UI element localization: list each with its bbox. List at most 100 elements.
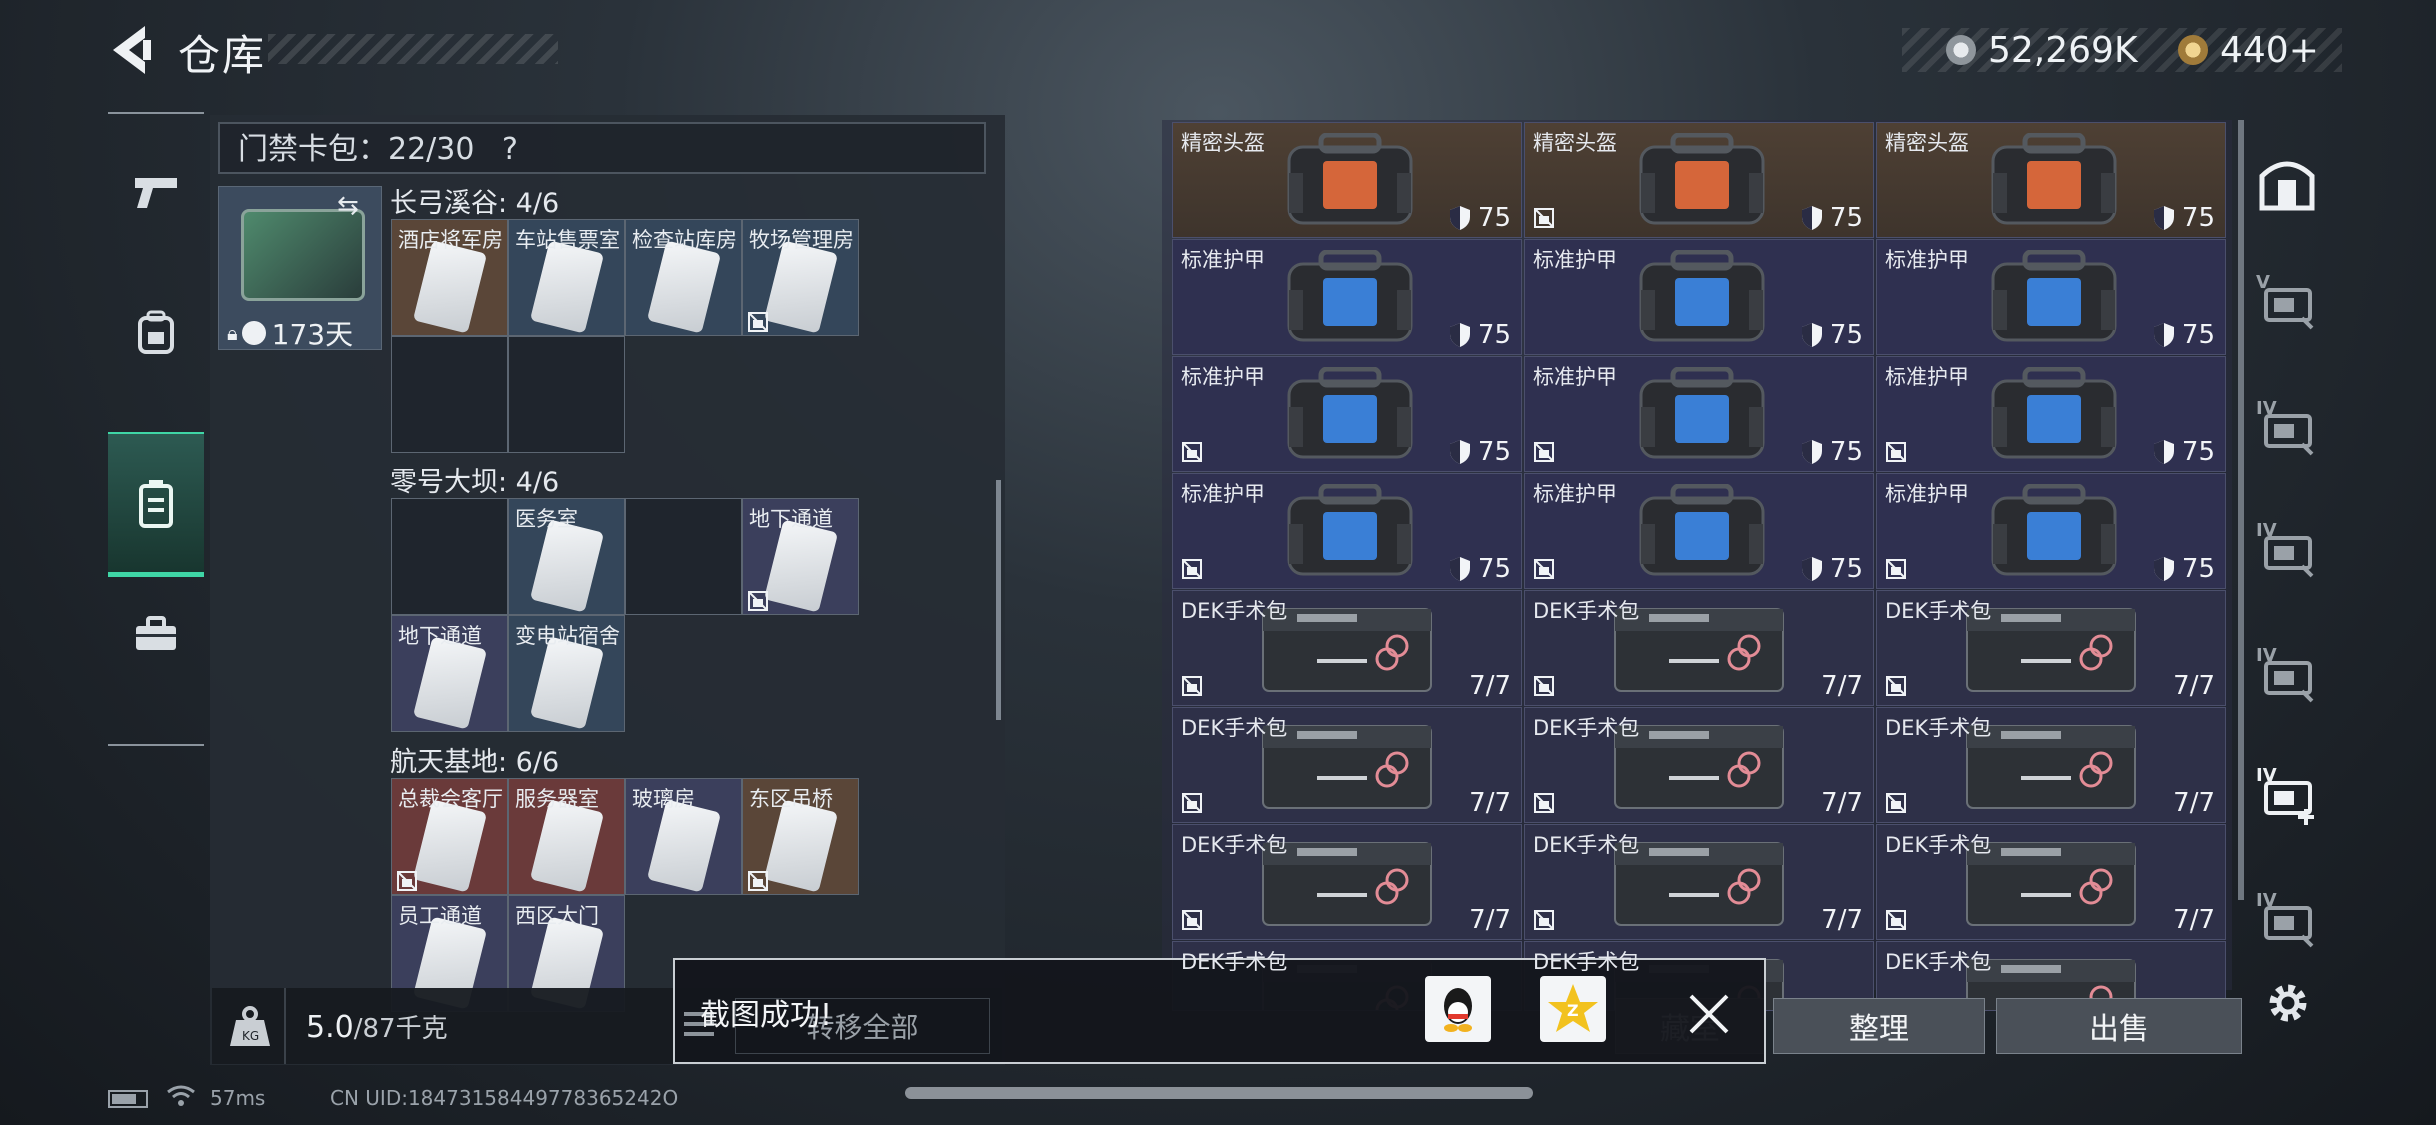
gold-currency[interactable]: 440+ <box>2178 28 2319 72</box>
item-name: DEK手术包 <box>1533 833 1640 857</box>
keycard-slot[interactable]: 车站售票室 <box>508 219 625 336</box>
keycard-slot[interactable]: 酒店将军房 <box>391 219 508 336</box>
item-value: 75 <box>1800 203 1863 233</box>
region-title: 长弓溪谷: 4/6 <box>390 188 560 219</box>
back-arrow-icon[interactable] <box>105 22 155 78</box>
inventory-scrollbar[interactable] <box>2238 120 2244 900</box>
card-holder-icon[interactable]: IV <box>2256 398 2318 460</box>
swap-icon[interactable]: ⇆ <box>337 191 359 221</box>
card-holder-icon[interactable]: IV <box>2256 890 2318 952</box>
item-name: DEK手术包 <box>1885 950 1992 974</box>
card-holder-icon[interactable]: V <box>2256 272 2318 334</box>
help-icon[interactable]: ? <box>502 132 518 167</box>
bound-lock-icon <box>1885 558 1907 580</box>
sell-button[interactable]: 出售 <box>1996 998 2242 1054</box>
inventory-item[interactable]: 精密头盔 75 <box>1876 122 2226 238</box>
item-name: DEK手术包 <box>1533 599 1640 623</box>
helmet-image <box>1287 133 1413 225</box>
qq-share-icon[interactable] <box>1425 976 1491 1042</box>
card-holder-icon[interactable]: IV <box>2256 645 2318 707</box>
inventory-item[interactable]: 标准护甲 75 <box>1524 356 1874 472</box>
item-name: DEK手术包 <box>1181 833 1288 857</box>
keycard-slot[interactable]: 检查站库房 <box>625 219 742 336</box>
inventory-item[interactable]: 精密头盔 75 <box>1524 122 1874 238</box>
nav-consumables[interactable] <box>108 564 204 704</box>
keycard-image <box>763 799 839 893</box>
keycard-slot-empty[interactable] <box>508 336 625 453</box>
inventory-item[interactable]: 标准护甲 75 <box>1172 239 1522 355</box>
inventory-item[interactable]: 精密头盔 75 <box>1172 122 1522 238</box>
nav-equipment[interactable] <box>108 262 204 402</box>
item-value-text: 75 <box>2181 203 2215 233</box>
keycard-slot[interactable] <box>625 498 742 615</box>
keycard-slot[interactable]: 地下通道 <box>391 615 508 732</box>
inventory-item[interactable]: 标准护甲 75 <box>1876 473 2226 589</box>
organize-button[interactable]: 整理 <box>1773 998 1985 1054</box>
inventory-item[interactable]: DEK手术包 7/7 <box>1172 590 1522 706</box>
nav-weapons[interactable] <box>108 122 204 262</box>
qzone-share-icon[interactable]: Z <box>1540 976 1606 1042</box>
inventory-item[interactable]: DEK手术包 7/7 <box>1172 824 1522 940</box>
durability-shield-icon <box>1800 439 1830 465</box>
durability-shield-icon <box>2152 205 2182 231</box>
inventory-item[interactable]: DEK手术包 7/7 <box>1172 707 1522 823</box>
keycard-case[interactable]: ⇆ 🔒︎ 173天 <box>218 186 382 351</box>
keycard-slot[interactable]: 玻璃房 <box>625 778 742 895</box>
keycard-slot[interactable]: 地下通道 <box>742 498 859 615</box>
helmet-image <box>1991 133 2117 225</box>
inventory-item[interactable]: DEK手术包 7/7 <box>1876 824 2226 940</box>
item-name: 标准护甲 <box>1181 365 1265 389</box>
inventory-item[interactable]: 标准护甲 75 <box>1876 356 2226 472</box>
item-value: 75 <box>1448 554 1511 584</box>
category-sidebar <box>108 112 204 746</box>
inventory-item[interactable]: DEK手术包 7/7 <box>1876 707 2226 823</box>
card-holder-icon[interactable]: IV <box>2256 520 2318 582</box>
briefcase-icon <box>136 616 176 650</box>
nav-keycards[interactable] <box>108 432 204 577</box>
item-value: 75 <box>1448 437 1511 467</box>
inventory-item[interactable]: DEK手术包 7/7 <box>1524 707 1874 823</box>
item-value-text: 75 <box>1829 554 1863 584</box>
keycard-slot[interactable]: 医务室 <box>508 498 625 615</box>
inventory-item[interactable]: 标准护甲 75 <box>1524 239 1874 355</box>
item-value: 75 <box>1800 554 1863 584</box>
keycard-label: 玻璃房 <box>632 787 695 811</box>
keycard-slot[interactable] <box>391 498 508 615</box>
inventory-item[interactable]: 标准护甲 75 <box>1524 473 1874 589</box>
durability-shield-icon <box>1800 556 1830 582</box>
bound-lock-icon <box>747 870 769 892</box>
home-indicator[interactable] <box>905 1087 1533 1099</box>
inventory-item[interactable]: 标准护甲 75 <box>1172 356 1522 472</box>
safe-box-icon[interactable] <box>2256 152 2318 214</box>
keycard-image <box>646 240 722 334</box>
inventory-item[interactable]: DEK手术包 7/7 <box>1524 590 1874 706</box>
bound-lock-icon <box>1181 675 1203 697</box>
item-value-text: 7/7 <box>2173 788 2215 818</box>
inventory-item[interactable]: 标准护甲 75 <box>1172 473 1522 589</box>
card-holder-add-icon[interactable]: IV <box>2256 765 2318 827</box>
inventory-item[interactable]: 标准护甲 75 <box>1876 239 2226 355</box>
close-icon[interactable] <box>1685 990 1733 1038</box>
item-name: DEK手术包 <box>1181 716 1288 740</box>
lock-icon: 🔒︎ <box>227 321 238 345</box>
keycard-slot[interactable]: 牧场管理房 <box>742 219 859 336</box>
item-name: DEK手术包 <box>1885 599 1992 623</box>
weight-max: /87千克 <box>353 1014 448 1044</box>
item-value-text: 75 <box>1477 437 1511 467</box>
item-value-text: 75 <box>2181 320 2215 350</box>
settings-gear-icon[interactable] <box>2260 975 2316 1031</box>
keycard-slot[interactable]: 服务器室 <box>508 778 625 895</box>
player-uid: CN UID:18473158449778365242O <box>330 1086 679 1110</box>
inventory-item[interactable]: DEK手术包 7/7 <box>1524 824 1874 940</box>
keycard-slot[interactable]: 变电站宿舍 <box>508 615 625 732</box>
keycard-slot[interactable]: 总裁会客厅 <box>391 778 508 895</box>
keycard-scrollbar[interactable] <box>996 480 1001 720</box>
weight-value: 5.0/87千克 <box>306 1008 448 1045</box>
keycard-slot[interactable]: 东区吊桥 <box>742 778 859 895</box>
inventory-item[interactable]: DEK手术包 7/7 <box>1876 590 2226 706</box>
armor-image <box>1639 484 1765 576</box>
keycard-slot-empty[interactable] <box>391 336 508 453</box>
tier-label: IV <box>2256 890 2277 911</box>
item-value: 75 <box>2152 437 2215 467</box>
durability-shield-icon <box>1448 439 1478 465</box>
